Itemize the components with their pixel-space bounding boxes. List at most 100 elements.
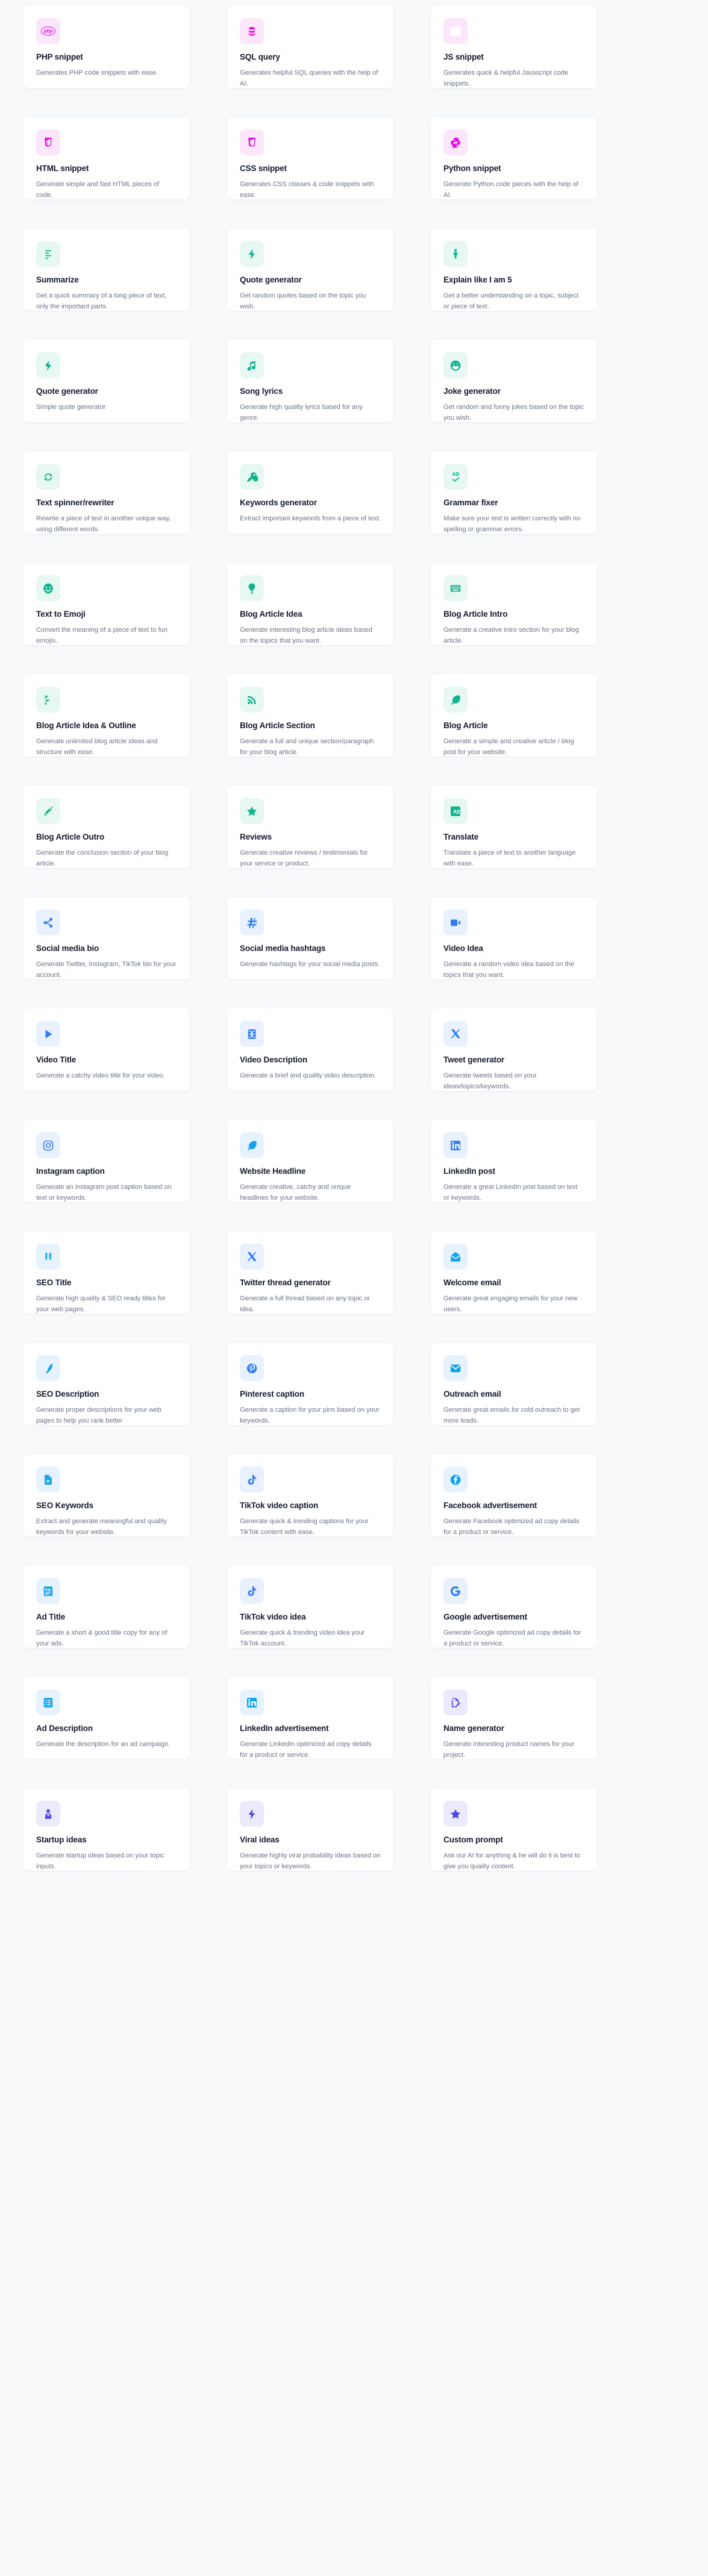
tool-card-description: Generate high quality lyrics based for a… xyxy=(240,403,363,422)
tool-card-social-media-hashtags[interactable]: Social media hashtags Generate hashtags f… xyxy=(227,896,394,980)
svg-text:文: 文 xyxy=(456,808,461,814)
tool-card-js-snippet[interactable]: JS JS snippet Generates quick & helpful Ja… xyxy=(430,5,598,89)
word-document-icon: W xyxy=(36,1467,60,1492)
tool-card-google-advertisement[interactable]: Google advertisement Generate Google opti… xyxy=(430,1565,598,1648)
tool-card-custom-prompt[interactable]: Custom prompt Ask our AI for anything & h… xyxy=(430,1788,598,1871)
tool-card-song-lyrics[interactable]: Song lyrics Generate high quality lyrics … xyxy=(227,339,394,423)
tool-card-tiktok-video-caption[interactable]: TikTok video caption Generate quick & tre… xyxy=(227,1453,394,1537)
blogger-icon xyxy=(36,687,60,713)
tool-card-text-spinner-rewriter[interactable]: Text spinner/rewriter Rewrite a piece of … xyxy=(23,451,190,534)
tool-card-outreach-email[interactable]: Outreach email Generate great emails for … xyxy=(430,1342,598,1426)
hashtag-icon xyxy=(240,909,264,935)
tool-card-title: Name generator xyxy=(443,1724,504,1733)
facebook-icon xyxy=(443,1467,468,1492)
tool-card-text-to-emoji[interactable]: Text to Emoji Convert the meaning of a pi… xyxy=(23,562,190,646)
fountain-pen-icon xyxy=(36,798,60,824)
tool-card-quote-generator[interactable]: Quote generator Get random quotes based o… xyxy=(227,228,394,311)
bolt-icon xyxy=(240,1801,264,1827)
x-twitter-icon xyxy=(240,1244,264,1270)
tool-card-description: Translate a piece of text to another lan… xyxy=(443,849,576,867)
tool-card-quote-generator[interactable]: Quote generator Simple quote generator xyxy=(23,339,190,423)
tool-card-grammar-fixer[interactable]: AB Grammar fixer Make sure your text is wr… xyxy=(430,451,598,534)
tool-card-startup-ideas[interactable]: Startup ideas Generate startup ideas base… xyxy=(23,1788,190,1871)
database-icon xyxy=(240,18,264,44)
tool-card-python-snippet[interactable]: Python snippet Generate Python code piece… xyxy=(430,116,598,200)
tool-card-title: Welcome email xyxy=(443,1278,501,1287)
tool-card-title: Google advertisement xyxy=(443,1612,527,1621)
tool-card-title: Blog Article Idea xyxy=(240,610,302,619)
tool-card-twitter-thread-generator[interactable]: Twitter thread generator Generate a full … xyxy=(227,1230,394,1314)
tool-card-title: Blog Article Intro xyxy=(443,610,508,619)
tool-card-title: TikTok video idea xyxy=(240,1612,306,1621)
tool-card-viral-ideas[interactable]: Viral ideas Generate highly viral probabi… xyxy=(227,1788,394,1871)
tool-card-seo-title[interactable]: H SEO Title Generate high quality & SEO re… xyxy=(23,1230,190,1314)
tool-card-title: Blog Article Idea & Outline xyxy=(36,721,136,730)
tool-card-name-generator[interactable]: Name generator Generate interesting produ… xyxy=(430,1676,598,1760)
tool-card-social-media-bio[interactable]: Social media bio Generate Twitter, Instag… xyxy=(23,896,190,980)
tool-card-website-headline[interactable]: Website Headline Generate creative, catch… xyxy=(227,1119,394,1203)
tool-card-ad-description[interactable]: Ad Description Generate the description f… xyxy=(23,1676,190,1760)
businessperson-icon xyxy=(36,1801,60,1827)
tool-card-pinterest-caption[interactable]: Pinterest caption Generate a caption for … xyxy=(227,1342,394,1426)
tool-card-explain-like-i-am-5[interactable]: Explain like I am 5 Get a better understa… xyxy=(430,228,598,311)
bolt-icon xyxy=(36,352,60,378)
tool-card-blog-article-idea-outline[interactable]: Blog Article Idea & Outline Generate unli… xyxy=(23,673,190,757)
tool-card-title: Python snippet xyxy=(443,164,501,173)
pen-icon xyxy=(36,1355,60,1381)
tool-card-title: Summarize xyxy=(36,275,79,284)
tool-card-title: Instagram caption xyxy=(36,1167,105,1176)
tool-card-title: Pinterest caption xyxy=(240,1389,304,1399)
tool-card-title: LinkedIn post xyxy=(443,1167,495,1176)
tool-card-description: Generate great emails for cold outreach … xyxy=(443,1406,580,1424)
tool-card-seo-description[interactable]: SEO Description Generate proper descripti… xyxy=(23,1342,190,1426)
tool-card-blog-article-idea[interactable]: Blog Article Idea Generate interesting bl… xyxy=(227,562,394,646)
tool-card-title: Song lyrics xyxy=(240,387,283,396)
tool-card-html-snippet[interactable]: HTML snippet Generate simple and fast HTM… xyxy=(23,116,190,200)
tool-card-keywords-generator[interactable]: Keywords generator Extract important keyw… xyxy=(227,451,394,534)
film-strip-icon xyxy=(240,1021,264,1047)
list-box-icon xyxy=(36,1689,60,1715)
svg-text:$: $ xyxy=(45,1588,48,1592)
tool-card-css-snippet[interactable]: CSS snippet Generates CSS classes & code … xyxy=(227,116,394,200)
tool-card-linkedin-post[interactable]: LinkedIn post Generate a great LinkedIn p… xyxy=(430,1119,598,1203)
tool-card-description: Rewrite a piece of text in another uniqu… xyxy=(36,514,171,533)
tool-card-reviews[interactable]: Reviews Generate creative reviews / testi… xyxy=(227,785,394,869)
text-lines-icon xyxy=(36,241,60,267)
tool-card-seo-keywords[interactable]: W SEO Keywords Extract and generate meanin… xyxy=(23,1453,190,1537)
laughing-face-icon xyxy=(443,352,468,378)
tool-card-php-snippet[interactable]: php PHP snippet Generates PHP code snippet… xyxy=(23,5,190,89)
css3-icon xyxy=(240,129,264,155)
tool-card-video-idea[interactable]: Video Idea Generate a random video idea b… xyxy=(430,896,598,980)
tool-card-tweet-generator[interactable]: Tweet generator Generate tweets based on … xyxy=(430,1008,598,1091)
tool-card-welcome-email[interactable]: Welcome email Generate great engaging ema… xyxy=(430,1230,598,1314)
tool-card-ad-title[interactable]: $ Ad Title Generate a short & good title c… xyxy=(23,1565,190,1648)
tool-card-instagram-caption[interactable]: Instagram caption Generate an instagram p… xyxy=(23,1119,190,1203)
tool-card-title: Facebook advertisement xyxy=(443,1501,537,1510)
tool-card-blog-article-outro[interactable]: Blog Article Outro Generate the conclusio… xyxy=(23,785,190,869)
tool-card-sql-query[interactable]: SQL query Generates helpful SQL queries w… xyxy=(227,5,394,89)
tool-card-description: Generates quick & helpful Javascript cod… xyxy=(443,69,568,87)
tool-card-joke-generator[interactable]: Joke generator Get random and funny jokes… xyxy=(430,339,598,423)
tool-card-video-title[interactable]: Video Title Generate a catchy video title… xyxy=(23,1008,190,1091)
tool-card-translate[interactable]: A 文 Translate Translate a piece of text to … xyxy=(430,785,598,869)
spellcheck-icon: AB xyxy=(443,464,468,490)
tool-card-description: Generate Python code pieces with the hel… xyxy=(443,180,578,199)
tool-card-description: Extract and generate meaningful and qual… xyxy=(36,1517,167,1536)
tool-card-blog-article[interactable]: Blog Article Generate a simple and creati… xyxy=(430,673,598,757)
tool-card-facebook-advertisement[interactable]: Facebook advertisement Generate Facebook … xyxy=(430,1453,598,1537)
tool-card-summarize[interactable]: Summarize Get a quick summary of a long p… xyxy=(23,228,190,311)
tool-card-title: Reviews xyxy=(240,832,272,841)
tool-card-blog-article-intro[interactable]: Blog Article Intro Generate a creative in… xyxy=(430,562,598,646)
tool-card-blog-article-section[interactable]: Blog Article Section Generate a full and … xyxy=(227,673,394,757)
tool-card-tiktok-video-idea[interactable]: TikTok video idea Generate quick & trendi… xyxy=(227,1565,394,1648)
tool-card-title: SEO Keywords xyxy=(36,1501,93,1510)
tool-card-description: Generate quick & trending captions for y… xyxy=(240,1517,369,1536)
tool-card-video-description[interactable]: Video Description Generate a brief and qu… xyxy=(227,1008,394,1091)
tool-card-title: Ad Title xyxy=(36,1612,66,1621)
tool-card-linkedin-advertisement[interactable]: LinkedIn advertisement Generate LinkedIn … xyxy=(227,1676,394,1760)
tool-card-description: Get random and funny jokes based on the … xyxy=(443,403,584,422)
tool-card-description: Generate a creative intro section for yo… xyxy=(443,626,579,644)
tool-card-title: Custom prompt xyxy=(443,1835,503,1844)
bolt-icon xyxy=(240,241,264,267)
tool-card-description: Simple quote generator xyxy=(36,403,106,411)
